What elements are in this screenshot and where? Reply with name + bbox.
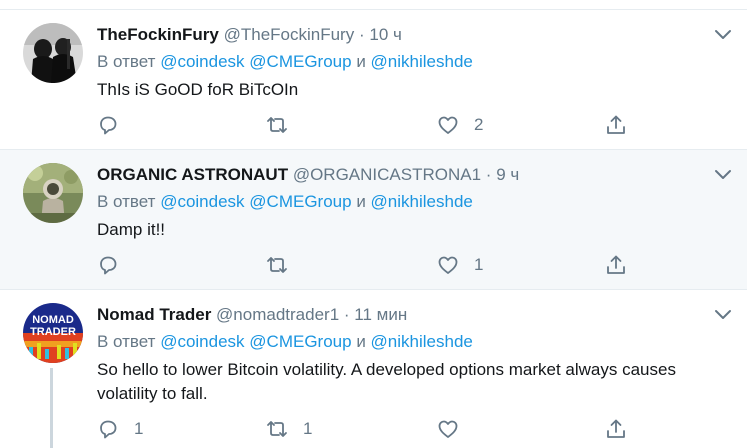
retweet-button[interactable]: [265, 253, 303, 277]
reply-button[interactable]: 1: [96, 417, 143, 441]
reply-count: 1: [134, 419, 144, 438]
retweet-icon: [267, 257, 287, 273]
reply-icon: [100, 420, 117, 439]
mention-link[interactable]: @coindesk: [160, 332, 244, 351]
like-button[interactable]: 2: [436, 113, 483, 137]
reply-prefix: В ответ: [97, 192, 156, 211]
avatar-text: TRADER: [30, 326, 76, 338]
share-icon: [607, 255, 625, 274]
reply-context: В ответ @coindesk @CMEGroup и @nikhilesh…: [97, 192, 473, 212]
reply-button[interactable]: [96, 113, 134, 137]
avatar[interactable]: [23, 23, 83, 83]
tweet-header: TheFockinFury @TheFockinFury · 10 ч: [97, 25, 402, 45]
chevron-down-icon[interactable]: [713, 27, 733, 43]
mention-link[interactable]: @CMEGroup: [249, 52, 351, 71]
timestamp[interactable]: 11 мин: [354, 305, 407, 324]
reply-prefix: В ответ: [97, 332, 156, 351]
chevron-down-icon[interactable]: [713, 167, 733, 183]
timestamp[interactable]: 10 ч: [369, 25, 402, 44]
avatar-text: NOMAD: [32, 314, 74, 326]
share-icon: [607, 419, 625, 438]
username[interactable]: @nomadtrader1: [216, 305, 339, 324]
display-name[interactable]: ORGANIC ASTRONAUT: [97, 165, 288, 184]
like-icon: [438, 256, 458, 274]
mention-link[interactable]: @coindesk: [160, 52, 244, 71]
like-count: 1: [474, 255, 484, 274]
username[interactable]: @ORGANICASTRONA1: [293, 165, 481, 184]
display-name[interactable]: TheFockinFury: [97, 25, 219, 44]
tweet-text: So hello to lower Bitcoin volatility. A …: [97, 360, 676, 403]
like-icon: [438, 420, 458, 438]
timestamp[interactable]: 9 ч: [496, 165, 519, 184]
tweet-header: ORGANIC ASTRONAUT @ORGANICASTRONA1 · 9 ч: [97, 165, 519, 185]
display-name[interactable]: Nomad Trader: [97, 305, 211, 324]
tweet-2[interactable]: ORGANIC ASTRONAUT @ORGANICASTRONA1 · 9 ч…: [0, 150, 747, 290]
tweet-header: Nomad Trader @nomadtrader1 · 11 мин: [97, 305, 407, 325]
mention-link[interactable]: @nikhileshde: [371, 192, 473, 211]
mention-link[interactable]: @CMEGroup: [249, 192, 351, 211]
thread-line: [50, 368, 53, 448]
like-button[interactable]: [436, 417, 474, 441]
retweet-icon: [267, 421, 287, 437]
tweet-3[interactable]: NOMAD TRADER Nomad Trader @nomadtrader1 …: [0, 290, 747, 448]
tweet-text: Damp it!!: [97, 220, 166, 239]
reply-icon: [100, 116, 117, 135]
share-button[interactable]: [604, 417, 628, 441]
avatar[interactable]: NOMAD TRADER: [23, 303, 83, 363]
tweet-text: ThIs iS GoOD foR BiTcOIn: [97, 80, 299, 99]
and-word: и: [356, 332, 366, 351]
like-count: 2: [474, 115, 484, 134]
mention-link[interactable]: @nikhileshde: [371, 52, 473, 71]
reply-context: В ответ @coindesk @CMEGroup и @nikhilesh…: [97, 52, 473, 72]
mention-link[interactable]: @CMEGroup: [249, 332, 351, 351]
share-icon: [607, 115, 625, 134]
reply-button[interactable]: [96, 253, 134, 277]
separator-dot: ·: [358, 25, 365, 44]
share-button[interactable]: [604, 253, 628, 277]
mention-link[interactable]: @coindesk: [160, 192, 244, 211]
and-word: и: [356, 52, 366, 71]
reply-icon: [100, 256, 117, 275]
reply-context: В ответ @coindesk @CMEGroup и @nikhilesh…: [97, 332, 473, 352]
like-button[interactable]: 1: [436, 253, 483, 277]
separator-dot: ·: [485, 165, 492, 184]
top-divider: [0, 0, 747, 10]
separator-dot: ·: [343, 305, 350, 324]
reply-prefix: В ответ: [97, 52, 156, 71]
retweet-count: 1: [303, 419, 313, 438]
chevron-down-icon[interactable]: [713, 307, 733, 323]
mention-link[interactable]: @nikhileshde: [371, 332, 473, 351]
and-word: и: [356, 192, 366, 211]
username[interactable]: @TheFockinFury: [224, 25, 355, 44]
tweet-1[interactable]: TheFockinFury @TheFockinFury · 10 ч В от…: [0, 10, 747, 150]
retweet-icon: [267, 117, 287, 133]
retweet-button[interactable]: 1: [265, 417, 312, 441]
like-icon: [438, 116, 458, 134]
avatar[interactable]: [23, 163, 83, 223]
retweet-button[interactable]: [265, 113, 303, 137]
share-button[interactable]: [604, 113, 628, 137]
